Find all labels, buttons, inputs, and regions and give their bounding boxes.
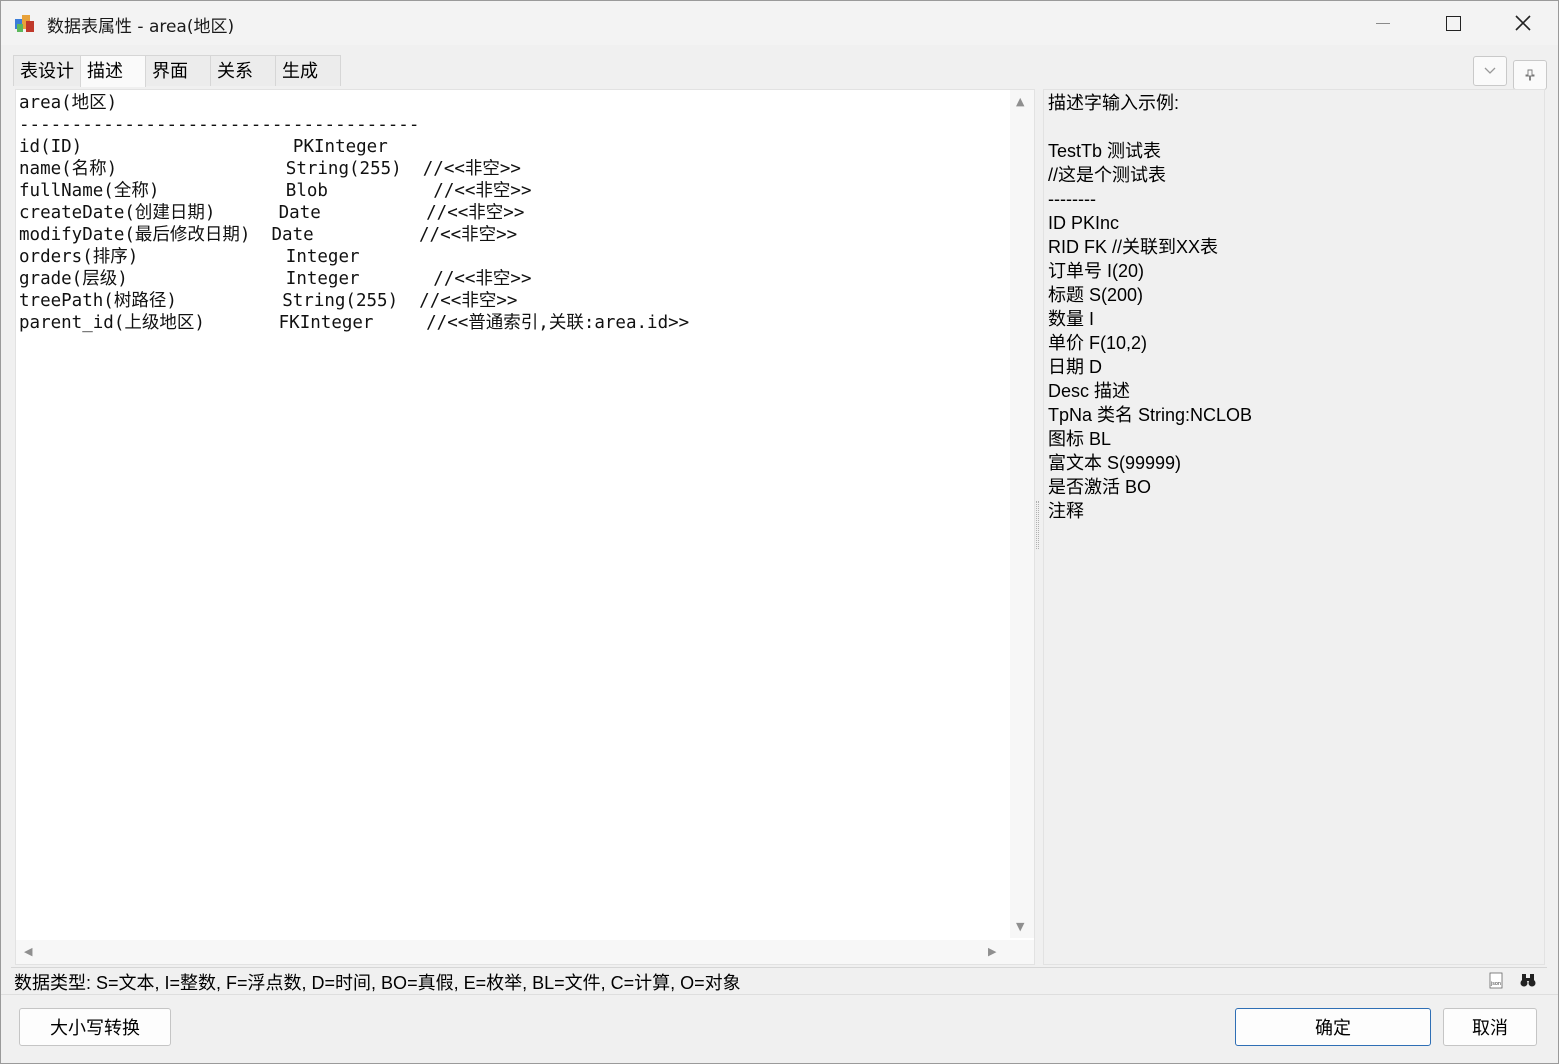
button-bar: 大小写转换 确定 取消 [1,994,1558,1063]
hint-line: 日期 D [1048,357,1102,377]
dialog-window: 数据表属性 - area(地区) 表设计 描述 界面 关系 生成 area(地区) ---… [0,0,1559,1064]
editor-line: fullName(全称) Blob //<<非空>> [19,181,532,201]
hint-line: Desc 描述 [1048,381,1131,401]
editor-line: modifyDate(最后修改日期) Date //<<非空>> [19,225,518,245]
hint-content: 描述字输入示例: TestTb 测试表 //这是个测试表 -------- ID PKI… [1048,91,1252,523]
tab-2[interactable]: 界面 [145,55,211,86]
tab-3[interactable]: 关系 [210,55,276,86]
hint-line: RID FK //关联到XX表 [1048,237,1219,257]
binoculars-icon[interactable] [1519,971,1537,989]
window-title: 数据表属性 - area(地区) [47,17,235,37]
editor-line: createDate(创建日期) Date //<<非空>> [19,203,525,223]
hint-panel: 描述字输入示例: TestTb 测试表 //这是个测试表 -------- ID PKI… [1043,89,1545,965]
hint-line: TpNa 类名 String:NCLOB [1048,405,1253,425]
pin-icon [1525,69,1535,81]
ok-button[interactable]: 确定 [1235,1008,1431,1046]
hint-line: 注释 [1048,501,1084,521]
scroll-up-icon[interactable]: ▲ [1016,96,1024,107]
hint-line: 订单号 I(20) [1048,261,1145,281]
maximize-button[interactable] [1418,1,1488,45]
editor-content[interactable]: area(地区) --------------------------------… [19,92,1009,940]
hint-line: -------- [1048,189,1096,209]
dropdown-button[interactable] [1473,56,1507,86]
horizontal-scrollbar[interactable]: ◀ ▶ [16,940,1010,964]
hint-line: 描述字输入示例: [1048,93,1180,113]
scroll-right-icon[interactable]: ▶ [988,946,996,957]
minimize-button[interactable] [1348,1,1418,45]
editor-line: parent_id(上级地区) FKInteger //<<普通索引,关联:ar… [19,313,690,333]
description-editor[interactable]: area(地区) --------------------------------… [15,89,1035,965]
tab-4[interactable]: 生成 [275,55,341,86]
editor-line: name(名称) String(255) //<<非空>> [19,159,521,179]
tab-strip: 表设计 描述 界面 关系 生成 [13,55,341,87]
case-convert-button[interactable]: 大小写转换 [19,1008,171,1046]
cancel-button[interactable]: 取消 [1443,1008,1537,1046]
close-button[interactable] [1488,1,1558,45]
editor-line: area(地区) [19,93,118,113]
editor-line: -------------------------------------- [19,115,420,135]
hint-line: 富文本 S(99999) [1048,453,1182,473]
tab-0[interactable]: 表设计 [13,55,81,86]
hint-line: 单价 F(10,2) [1048,333,1148,353]
scroll-corner [1010,940,1034,964]
close-icon [1515,15,1531,31]
minimize-icon [1376,22,1390,24]
app-icon [15,15,34,32]
json-icon[interactable]: json [1487,972,1505,990]
hint-line: 标题 S(200) [1048,285,1144,305]
editor-line: treePath(树路径) String(255) //<<非空>> [19,291,518,311]
scroll-left-icon[interactable]: ◀ [24,946,32,957]
hint-line [1048,115,1252,139]
editor-line: orders(排序) Integer [19,247,360,267]
data-type-legend: 数据类型: S=文本, I=整数, F=浮点数, D=时间, BO=真假, E=… [14,973,741,993]
hint-line: 数量 I [1048,309,1095,329]
status-bar: 数据类型: S=文本, I=整数, F=浮点数, D=时间, BO=真假, E=… [11,967,1547,993]
hint-line: //这是个测试表 [1048,165,1167,185]
maximize-icon [1445,15,1461,31]
hint-line: 是否激活 BO [1048,477,1152,497]
title-bar: 数据表属性 - area(地区) [1,1,1558,45]
panel-splitter[interactable] [1036,501,1039,549]
svg-text:json: json [1490,981,1501,987]
hint-line: TestTb 测试表 [1048,141,1162,161]
editor-line: grade(层级) Integer //<<非空>> [19,269,532,289]
chevron-down-icon [1484,67,1496,74]
vertical-scrollbar[interactable]: ▲ ▼ [1010,90,1034,938]
hint-line: 图标 BL [1048,429,1112,449]
pin-button[interactable] [1513,60,1547,90]
scroll-down-icon[interactable]: ▼ [1016,921,1024,932]
editor-line: id(ID) PKInteger [19,137,388,157]
tab-1[interactable]: 描述 [80,55,146,87]
hint-line: ID PKInc [1048,213,1120,233]
